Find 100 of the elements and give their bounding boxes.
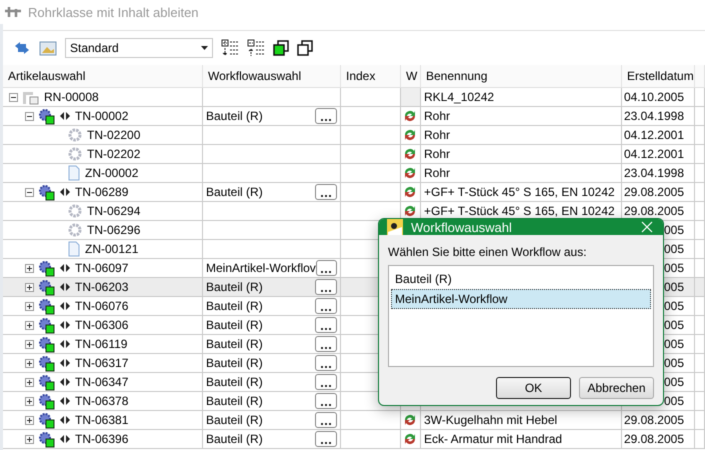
browse-button[interactable] — [315, 374, 337, 390]
browse-button[interactable] — [315, 279, 337, 295]
creation-date: 23.04.1998 — [624, 109, 684, 123]
article-number: TN-00002 — [75, 109, 128, 123]
expand-icon[interactable] — [25, 264, 34, 272]
assembly-icon — [38, 430, 56, 448]
table-row[interactable]: TN-02202 Rohr 04.12.2001 — [3, 145, 705, 164]
column-header[interactable]: Erstelldatum — [627, 69, 694, 83]
creation-date: 29.08.2005 — [624, 432, 684, 446]
article-number: TN-06317 — [75, 356, 128, 370]
assembly-icon — [38, 392, 56, 410]
table-row[interactable]: ZN-00002 Rohr 23.04.1998 — [3, 164, 705, 183]
browse-button[interactable] — [315, 355, 337, 371]
left-right-arrows-icon — [59, 434, 71, 444]
gear-icon — [67, 203, 83, 219]
designation: Rohr — [424, 109, 450, 123]
article-number: ZN-00002 — [85, 166, 138, 180]
assembly-icon — [38, 316, 56, 334]
collapse-icon[interactable] — [25, 112, 34, 120]
creation-date: 005 — [664, 356, 684, 370]
column-header[interactable]: Benennung — [426, 69, 488, 83]
image-icon[interactable] — [39, 40, 57, 56]
browse-button[interactable] — [315, 184, 337, 200]
creation-date: 005 — [664, 261, 684, 275]
list-item[interactable]: MeinArtikel-Workflow — [391, 289, 651, 309]
collapse-icon[interactable] — [9, 92, 18, 102]
app-logo-icon — [387, 219, 403, 235]
expand-icon[interactable] — [25, 358, 34, 368]
expand-icon[interactable] — [25, 340, 34, 348]
gear-icon — [67, 127, 83, 143]
workflow-name: Bauteil (R) — [206, 413, 263, 427]
article-number: TN-06378 — [75, 394, 128, 408]
table-row[interactable]: RN-00008 RKL4_10242 04.10.2005 — [3, 88, 705, 107]
workflow-name: Bauteil (R) — [206, 337, 263, 351]
expand-icon[interactable] — [25, 320, 34, 330]
expand-icon[interactable] — [25, 282, 34, 292]
designation: Eck- Armatur mit Handrad — [424, 432, 562, 446]
ok-button[interactable]: OK — [496, 377, 571, 399]
designation: Rohr — [424, 147, 450, 161]
column-header[interactable]: Index — [346, 69, 376, 83]
assembly-icon — [38, 260, 56, 276]
creation-date: 005 — [664, 280, 684, 294]
left-right-arrows-icon — [59, 358, 71, 368]
article-number: TN-06097 — [75, 261, 128, 275]
creation-date: 29.08.2005 — [624, 185, 684, 199]
article-number: TN-06203 — [75, 280, 128, 294]
browse-button[interactable] — [315, 108, 337, 124]
column-header[interactable]: Workflowauswahl — [208, 69, 302, 83]
document-icon — [67, 241, 81, 257]
article-number: TN-06381 — [75, 413, 128, 427]
workflow-name: Bauteil (R) — [206, 299, 263, 313]
assembly-icon — [38, 336, 56, 352]
collapse-icon[interactable] — [25, 188, 34, 196]
table-row[interactable]: TN-02200 Rohr 04.12.2001 — [3, 126, 705, 145]
article-number: TN-02200 — [87, 128, 140, 142]
table-row[interactable]: TN-06294 +GF+ T-Stück 45° S 165, EN 10242 29.08.2005 — [3, 202, 705, 221]
article-number: RN-00008 — [44, 90, 99, 104]
browse-button[interactable] — [315, 298, 337, 314]
expand-icon[interactable] — [25, 416, 34, 424]
article-number: TN-06119 — [75, 337, 128, 351]
copy-icon[interactable] — [297, 40, 313, 56]
column-header[interactable]: Artikelauswahl — [8, 69, 86, 83]
article-number: TN-06347 — [75, 375, 128, 389]
cancel-button[interactable]: Abbrechen — [579, 377, 654, 399]
browse-button[interactable] — [316, 260, 337, 276]
view-dropdown[interactable]: Standard — [65, 38, 213, 58]
expand-icon[interactable] — [25, 396, 34, 406]
browse-button[interactable] — [315, 317, 337, 333]
table-row[interactable]: TN-06381 Bauteil (R) 3W-Kugelhahn mit Hebel 29.08.2005 — [3, 411, 705, 430]
close-icon[interactable] — [641, 221, 653, 233]
article-number: TN-06396 — [75, 432, 128, 446]
creation-date: 23.04.1998 — [624, 166, 684, 180]
browse-button[interactable] — [315, 393, 337, 409]
dialog-title: Workflowauswahl — [411, 220, 512, 234]
browse-button[interactable] — [315, 336, 337, 352]
expand-icon[interactable] — [25, 302, 34, 310]
article-number: TN-06296 — [87, 223, 140, 237]
expand-icon[interactable] — [25, 434, 34, 444]
column-header[interactable]: W — [406, 69, 418, 83]
copy-filled-icon[interactable] — [273, 40, 289, 56]
left-right-arrows-icon — [59, 111, 71, 121]
caret-icon — [201, 46, 208, 50]
creation-date: 005 — [664, 318, 684, 332]
collapse-all-icon[interactable] — [247, 39, 265, 57]
article-number: TN-02202 — [87, 147, 140, 161]
table-row[interactable]: TN-06289 Bauteil (R) +GF+ T-Stück 45° S 165, EN 10242 29.08.2005 — [3, 183, 705, 202]
browse-button[interactable] — [315, 431, 337, 447]
assembly-icon — [38, 374, 56, 390]
left-right-arrows-icon — [59, 396, 71, 406]
article-number: TN-06294 — [87, 204, 140, 218]
designation: Rohr — [424, 166, 450, 180]
browse-button[interactable] — [315, 412, 337, 428]
left-right-arrows-icon — [59, 187, 71, 197]
expand-all-icon[interactable] — [221, 39, 239, 57]
table-row[interactable]: TN-06396 Bauteil (R) Eck- Armatur mit Handrad 29.08.2005 — [3, 430, 705, 449]
left-right-arrows-icon — [59, 320, 71, 330]
expand-icon[interactable] — [25, 378, 34, 386]
swap-arrows-icon[interactable] — [13, 40, 31, 56]
article-number: TN-06306 — [75, 318, 128, 332]
table-row[interactable]: TN-00002 Bauteil (R) Rohr 23.04.1998 — [3, 107, 705, 126]
